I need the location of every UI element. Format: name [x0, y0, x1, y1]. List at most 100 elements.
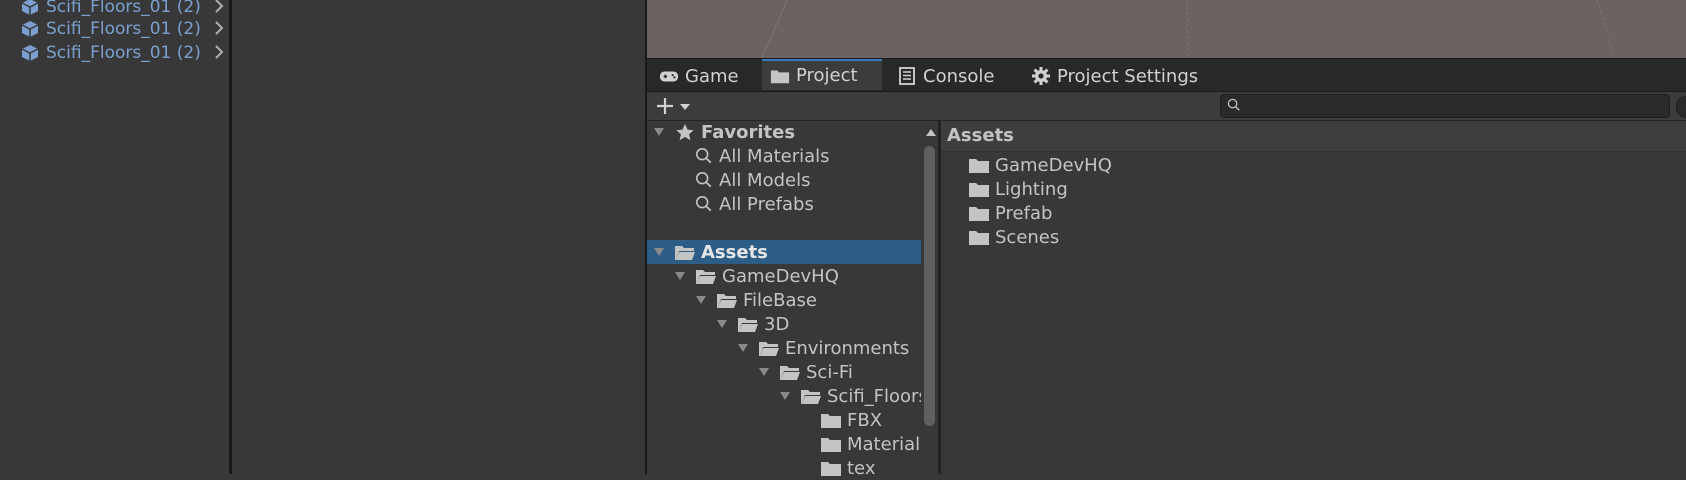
- scene-view[interactable]: [647, 0, 1686, 59]
- favorites-header[interactable]: Favorites: [652, 120, 795, 144]
- hierarchy-panel: Scifi_Floors_01 (2) Scifi_Floors_01 (2) …: [0, 0, 229, 474]
- content-item-label: GameDevHQ: [995, 154, 1112, 176]
- hierarchy-item-label: Scifi_Floors_01 (2): [46, 43, 201, 63]
- content-item-label: Scenes: [995, 226, 1060, 248]
- folder-open-icon: [737, 315, 759, 333]
- inspector-panel: [232, 0, 645, 474]
- gear-icon: [1032, 67, 1050, 85]
- folder-icon: [968, 228, 990, 246]
- prefab-cube-icon: [21, 21, 39, 37]
- tree-item-label: Sci-Fi: [806, 361, 853, 383]
- favorite-item-label: All Prefabs: [719, 193, 814, 215]
- search-options-button[interactable]: [1676, 96, 1686, 118]
- scene-grid-lines: [761, 0, 1616, 59]
- tab-project[interactable]: Project: [762, 59, 882, 90]
- content-item[interactable]: Scenes: [968, 225, 1059, 249]
- scrollbar-thumb[interactable]: [924, 146, 935, 426]
- tree-item-label: Assets: [701, 241, 768, 263]
- tab-console[interactable]: Console: [897, 61, 994, 91]
- prefab-cube-icon: [21, 0, 39, 15]
- favorite-item[interactable]: All Materials: [694, 144, 830, 168]
- hierarchy-item[interactable]: Scifi_Floors_01 (2): [20, 17, 224, 41]
- breadcrumb-label[interactable]: Assets: [947, 125, 1014, 146]
- tree-item[interactable]: Scifi_Floors: [778, 384, 921, 408]
- project-toolbar: [647, 92, 1686, 121]
- expand-arrow-icon[interactable]: [652, 245, 666, 259]
- hierarchy-item-label: Scifi_Floors_01 (2): [46, 19, 201, 39]
- folder-open-icon: [779, 363, 801, 381]
- tree-item-label: 3D: [764, 313, 790, 335]
- tree-item[interactable]: GameDevHQ: [673, 264, 839, 288]
- tab-label: Project Settings: [1057, 65, 1199, 87]
- favorite-item[interactable]: All Prefabs: [694, 192, 814, 216]
- content-item[interactable]: GameDevHQ: [968, 153, 1112, 177]
- tab-label: Project: [796, 65, 858, 86]
- expand-arrow-icon[interactable]: [757, 365, 771, 379]
- tree-item-label: tex: [847, 457, 876, 479]
- tree-item[interactable]: Material: [820, 432, 921, 456]
- prefab-cube-icon: [21, 45, 39, 61]
- favorites-label: Favorites: [701, 121, 796, 143]
- search-input[interactable]: [1243, 95, 1657, 117]
- expand-arrow-icon[interactable]: [673, 269, 687, 283]
- gamepad-icon: [659, 71, 679, 82]
- hierarchy-item-label: Scifi_Floors_01 (2): [46, 0, 201, 17]
- content-item-label: Prefab: [995, 202, 1053, 224]
- tree-item[interactable]: 3D: [715, 312, 789, 336]
- content-item[interactable]: Lighting: [968, 177, 1068, 201]
- tree-item-label: FileBase: [743, 289, 817, 311]
- tree-item-label: Material: [847, 433, 921, 455]
- expand-arrow-icon[interactable]: [715, 317, 729, 331]
- content-item[interactable]: Prefab: [968, 201, 1052, 225]
- tree-item[interactable]: Sci-Fi: [757, 360, 853, 384]
- tab-label: Game: [685, 65, 739, 87]
- tree-item[interactable]: Environments: [736, 336, 909, 360]
- tree-item-label: Scifi_Floors: [827, 385, 921, 407]
- folder-open-icon: [695, 267, 717, 285]
- tab-game[interactable]: Game: [659, 61, 739, 91]
- expand-arrow-icon[interactable]: [694, 293, 708, 307]
- favorite-item-label: All Materials: [719, 145, 830, 167]
- bottom-tab-bar: Game Project Console Project Settings: [647, 59, 1686, 92]
- search-icon: [694, 195, 714, 213]
- search-field[interactable]: [1220, 94, 1670, 118]
- folder-icon: [820, 459, 842, 477]
- search-icon: [1227, 98, 1241, 112]
- folder-icon: [820, 435, 842, 453]
- console-icon: [899, 67, 915, 85]
- content-breadcrumb: Assets: [941, 121, 1686, 152]
- chevron-right-icon[interactable]: [212, 0, 226, 16]
- chevron-right-icon[interactable]: [212, 42, 226, 62]
- tree-item[interactable]: FileBase: [694, 288, 817, 312]
- search-icon: [694, 147, 714, 165]
- folder-icon: [968, 180, 990, 198]
- folder-open-icon: [800, 387, 822, 405]
- hierarchy-item[interactable]: Scifi_Floors_01 (2): [20, 41, 224, 65]
- folder-open-icon: [758, 339, 780, 357]
- folder-icon: [968, 204, 990, 222]
- content-item-label: Lighting: [995, 178, 1068, 200]
- folder-icon: [820, 411, 842, 429]
- folder-icon: [770, 66, 790, 86]
- tab-project-settings[interactable]: Project Settings: [1031, 61, 1198, 91]
- folder-open-icon: [674, 243, 696, 261]
- star-icon: [676, 124, 694, 141]
- tree-item[interactable]: FBX: [820, 408, 921, 432]
- chevron-right-icon[interactable]: [212, 18, 226, 38]
- tree-item[interactable]: tex: [820, 456, 921, 480]
- favorite-item-label: All Models: [719, 169, 811, 191]
- tree-item-label: Environments: [785, 337, 910, 359]
- expand-arrow-icon[interactable]: [736, 341, 750, 355]
- folder-open-icon: [716, 291, 738, 309]
- tree-root-assets[interactable]: Assets: [652, 240, 768, 264]
- search-icon: [694, 171, 714, 189]
- tab-label: Console: [923, 65, 995, 87]
- expand-arrow-icon[interactable]: [778, 389, 792, 403]
- expand-arrow-icon[interactable]: [652, 125, 666, 139]
- create-asset-button[interactable]: [655, 95, 699, 117]
- favorite-item[interactable]: All Models: [694, 168, 810, 192]
- tree-item-label: GameDevHQ: [722, 265, 839, 287]
- plus-dropdown-icon: [657, 98, 690, 114]
- scroll-up-arrow-icon[interactable]: [926, 128, 936, 136]
- tree-item-label: FBX: [847, 409, 883, 431]
